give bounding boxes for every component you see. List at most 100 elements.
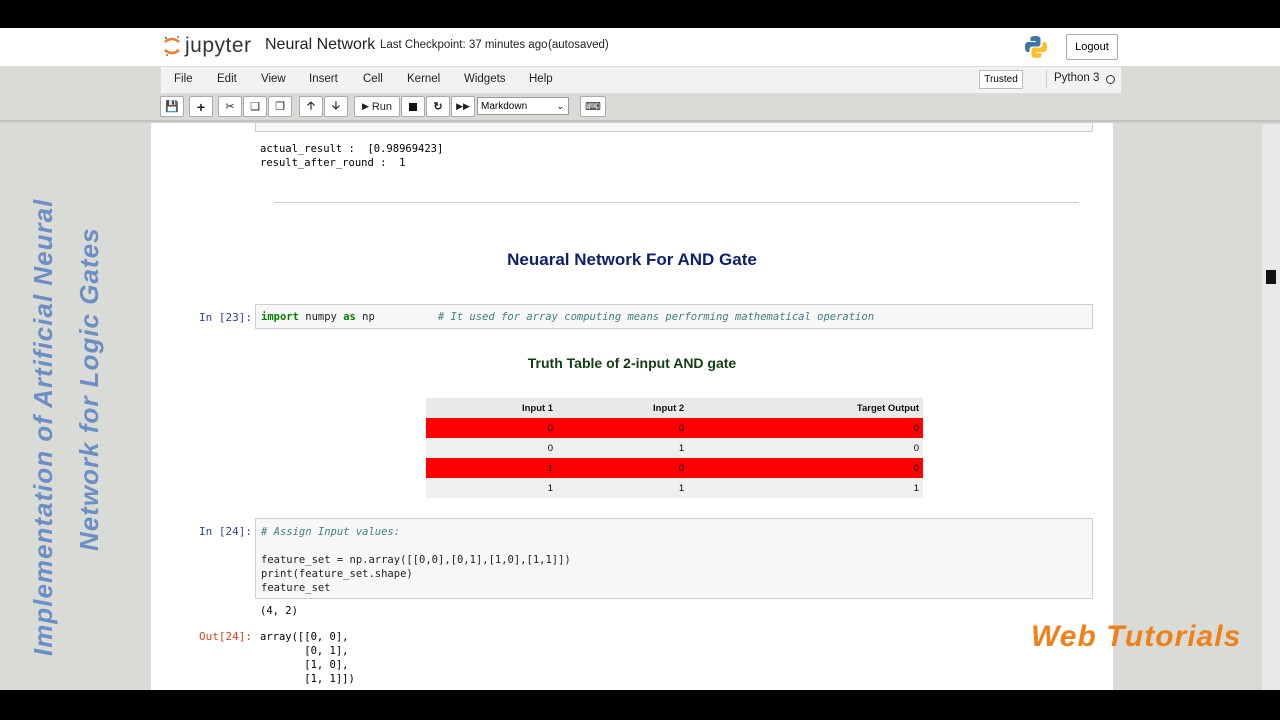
- paste-icon: ❐: [275, 101, 285, 113]
- scrollbar-track[interactable]: [1262, 124, 1280, 690]
- cell-type-select[interactable]: Markdown ⌄: [477, 97, 569, 115]
- notebook-toolbar: 💾 + ✂ ❏ ❐ 🡡 🡣 ▶ Run ↻ ▶▶ Markdown ⌄ ⌨: [160, 94, 1120, 120]
- cell-23-prompt: In [23]:: [199, 311, 252, 324]
- browser-viewport: jupyter Neural Network Last Checkpoint: …: [0, 28, 1280, 690]
- out-24-prompt: Out[24]:: [199, 630, 252, 643]
- cell-type-value: Markdown: [481, 100, 528, 112]
- jupyter-logo-icon: [163, 35, 181, 57]
- output-line: [1, 1]]): [260, 673, 355, 685]
- code-line: print(feature_set.shape): [261, 568, 413, 580]
- table-cell: 0: [688, 458, 923, 478]
- refresh-icon: ↻: [433, 101, 443, 113]
- paste-button[interactable]: ❐: [268, 96, 292, 117]
- table-cell: 0: [426, 418, 558, 438]
- menu-widgets[interactable]: Widgets: [464, 73, 506, 85]
- cell-24-input[interactable]: # Assign Input values: feature_set = np.…: [255, 518, 1093, 599]
- save-button[interactable]: 💾: [160, 96, 184, 117]
- jupyter-logo[interactable]: jupyter: [163, 34, 252, 58]
- restart-button[interactable]: ↻: [426, 96, 450, 117]
- code-line: feature_set: [261, 582, 331, 594]
- table-row: 1 0 0: [426, 458, 923, 478]
- table-row: 0 0 0: [426, 418, 923, 438]
- cell-23-input[interactable]: import numpy as np # It used for array co…: [255, 304, 1093, 329]
- menu-kernel[interactable]: Kernel: [407, 73, 440, 85]
- column-header: Input 2: [557, 398, 689, 418]
- play-icon: ▶: [361, 101, 369, 111]
- video-overlay-title-line1: Implementation of Artificial Neural: [28, 198, 58, 656]
- menu-view[interactable]: View: [261, 73, 286, 85]
- scissors-icon: ✂: [225, 101, 235, 113]
- code-text: np: [355, 311, 375, 323]
- truth-table-header: Input 1 Input 2 Target Output: [426, 398, 923, 418]
- keyboard-icon: ⌨: [585, 101, 601, 113]
- fast-forward-icon: ▶▶: [456, 101, 470, 111]
- notebook-header: jupyter Neural Network Last Checkpoint: …: [0, 28, 1280, 67]
- run-label: Run: [371, 100, 393, 113]
- table-cell: 0: [557, 418, 689, 438]
- letterbox-top: [0, 0, 1280, 28]
- web-tutorials-watermark: Web Tutorials: [1031, 620, 1242, 653]
- code-comment: # Assign Input values:: [261, 526, 401, 538]
- out-24-output: array([[0, 0], [0, 1], [1, 0], [1, 1]]): [260, 630, 355, 686]
- column-header: Target Output: [688, 398, 923, 418]
- previous-output-line: result_after_round : 1: [260, 157, 406, 169]
- copy-button[interactable]: ❏: [243, 96, 267, 117]
- table-cell: 0: [557, 458, 689, 478]
- interrupt-button[interactable]: [401, 96, 425, 117]
- menu-insert[interactable]: Insert: [309, 73, 338, 85]
- move-up-button[interactable]: 🡡: [299, 96, 323, 117]
- run-button[interactable]: ▶ Run: [354, 96, 400, 117]
- previous-output-line: actual_result : [0.98969423]: [260, 143, 444, 155]
- trusted-badge[interactable]: Trusted: [979, 70, 1023, 89]
- cell-24-prompt: In [24]:: [199, 525, 252, 538]
- column-header: Input 1: [426, 398, 558, 418]
- autosave-status: (autosaved): [548, 39, 609, 51]
- arrow-up-icon: 🡡: [307, 100, 315, 112]
- arrow-down-icon: 🡣: [332, 100, 340, 112]
- restart-run-all-button[interactable]: ▶▶: [451, 96, 475, 117]
- kernel-name[interactable]: Python 3: [1054, 72, 1099, 84]
- stop-icon: [409, 102, 417, 111]
- cell-24-stdout: (4, 2): [260, 605, 298, 617]
- markdown-heading-truth-table: Truth Table of 2-input AND gate: [527, 355, 737, 371]
- output-line: array([[0, 0],: [260, 631, 349, 643]
- table-cell: 0: [426, 438, 558, 458]
- command-palette-button[interactable]: ⌨: [580, 96, 606, 117]
- video-overlay-title-line2: Network for Logic Gates: [74, 227, 104, 552]
- menu-separator: [1046, 70, 1047, 88]
- code-line: feature_set = np.array([[0,0],[0,1],[1,0…: [261, 554, 571, 566]
- code-text: numpy: [298, 311, 344, 323]
- menu-cell[interactable]: Cell: [363, 73, 383, 85]
- copy-icon: ❏: [250, 101, 260, 113]
- table-cell: 1: [557, 438, 689, 458]
- previous-cell-input[interactable]: [255, 123, 1093, 132]
- code-keyword: as: [343, 311, 356, 323]
- code-comment: # It used for array computing means perf…: [437, 311, 875, 323]
- output-line: [1, 0],: [260, 659, 349, 671]
- table-cell: 0: [688, 438, 923, 458]
- cut-button[interactable]: ✂: [218, 96, 242, 117]
- table-cell: 1: [557, 478, 689, 498]
- move-down-button[interactable]: 🡣: [324, 96, 348, 117]
- table-cell: 0: [688, 418, 923, 438]
- notebook-page: actual_result : [0.98969423] result_afte…: [151, 123, 1113, 690]
- save-icon: 💾: [165, 101, 179, 113]
- logout-button[interactable]: Logout: [1066, 34, 1118, 60]
- letterbox-bottom: [0, 690, 1280, 720]
- markdown-heading-and-gate: Neuaral Network For AND Gate: [507, 250, 757, 269]
- menu-edit[interactable]: Edit: [217, 73, 237, 85]
- plus-icon: +: [196, 98, 206, 115]
- table-row: 1 1 1: [426, 478, 923, 498]
- menu-help[interactable]: Help: [529, 73, 553, 85]
- scrollbar-thumb[interactable]: [1266, 270, 1276, 284]
- code-keyword: import: [261, 311, 299, 323]
- menu-file[interactable]: File: [174, 73, 193, 85]
- kernel-idle-icon: [1106, 75, 1115, 84]
- table-row: 0 1 0: [426, 438, 923, 458]
- table-cell: 1: [688, 478, 923, 498]
- notebook-title[interactable]: Neural Network: [265, 36, 375, 54]
- menu-bar: File Edit View Insert Cell Kernel Widget…: [160, 66, 1122, 94]
- insert-cell-button[interactable]: +: [189, 96, 213, 117]
- table-cell: 1: [426, 478, 558, 498]
